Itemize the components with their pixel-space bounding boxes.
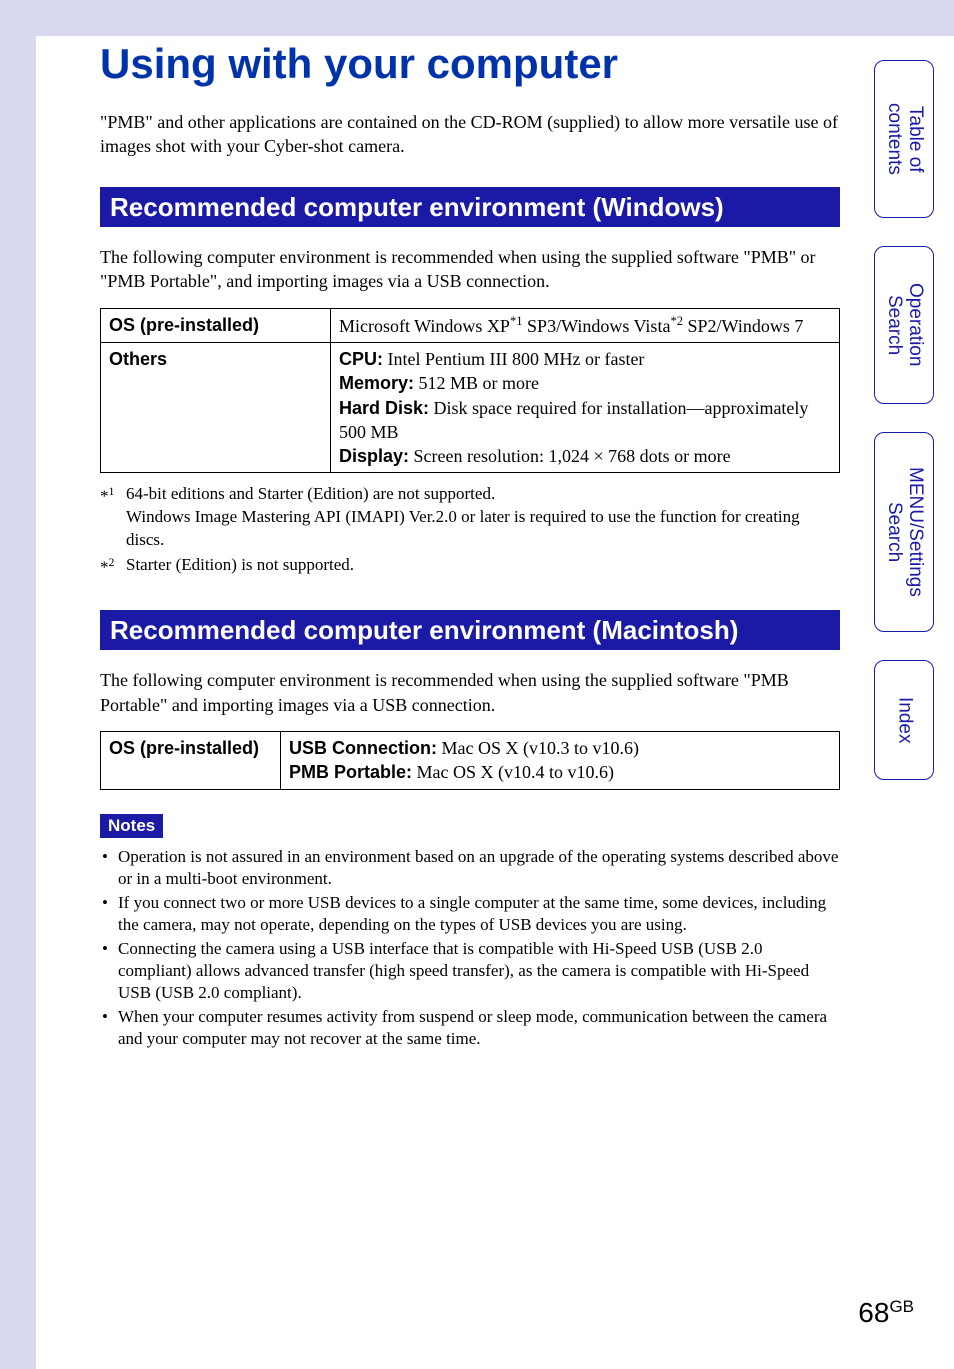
page-left-border	[0, 0, 36, 1369]
pmb-value: Mac OS X (v10.4 to v10.6)	[412, 762, 614, 782]
page-number: 68GB	[858, 1297, 914, 1329]
list-item: Operation is not assured in an environme…	[100, 846, 840, 890]
os-sup2: *2	[670, 314, 683, 328]
os-sup1: *1	[510, 314, 523, 328]
side-tabs-container: Table of contents Operation Search MENU/…	[874, 60, 934, 808]
notes-label: Notes	[100, 814, 163, 838]
mac-spec-table: OS (pre-installed) USB Connection: Mac O…	[100, 731, 840, 790]
tab-label: MENU/Settings Search	[883, 467, 925, 597]
os-value-mid: SP3/Windows Vista	[523, 316, 671, 336]
os-value-suffix: SP2/Windows 7	[683, 316, 803, 336]
notes-list: Operation is not assured in an environme…	[100, 846, 840, 1051]
tab-label: Table of contents	[883, 103, 925, 175]
page-num-suffix: GB	[889, 1297, 914, 1316]
display-value: Screen resolution: 1,024 × 768 dots or m…	[409, 446, 731, 466]
usb-label: USB Connection:	[289, 738, 437, 758]
windows-footnotes: *1 64-bit editions and Starter (Edition)…	[100, 483, 840, 579]
footnote-2: *2 Starter (Edition) is not supported.	[100, 554, 840, 580]
cpu-label: CPU:	[339, 349, 383, 369]
cpu-value: Intel Pentium III 800 MHz or faster	[383, 349, 644, 369]
footnote-marker: *1	[100, 483, 126, 552]
memory-value: 512 MB or more	[414, 373, 539, 393]
notes-section: Notes Operation is not assured in an env…	[100, 814, 840, 1051]
table-row: OS (pre-installed) Microsoft Windows XP*…	[101, 308, 840, 342]
pmb-label: PMB Portable:	[289, 762, 412, 782]
footnote-text: 64-bit editions and Starter (Edition) ar…	[126, 483, 840, 552]
tab-table-of-contents[interactable]: Table of contents	[874, 60, 934, 218]
footnote-1: *1 64-bit editions and Starter (Edition)…	[100, 483, 840, 552]
others-label-cell: Others	[101, 342, 331, 472]
memory-label: Memory:	[339, 373, 414, 393]
os-label-cell: OS (pre-installed)	[101, 731, 281, 789]
table-row: Others CPU: Intel Pentium III 800 MHz or…	[101, 342, 840, 472]
mac-intro: The following computer environment is re…	[100, 668, 840, 717]
tab-menu-settings-search[interactable]: MENU/Settings Search	[874, 432, 934, 632]
page-title: Using with your computer	[100, 40, 840, 88]
windows-intro: The following computer environment is re…	[100, 245, 840, 294]
footnote-text: Starter (Edition) is not supported.	[126, 554, 840, 580]
os-label-cell: OS (pre-installed)	[101, 308, 331, 342]
tab-operation-search[interactable]: Operation Search	[874, 246, 934, 404]
hdd-label: Hard Disk:	[339, 398, 429, 418]
display-label: Display:	[339, 446, 409, 466]
windows-section-header: Recommended computer environment (Window…	[100, 187, 840, 228]
others-value-cell: CPU: Intel Pentium III 800 MHz or faster…	[331, 342, 840, 472]
usb-value: Mac OS X (v10.3 to v10.6)	[437, 738, 639, 758]
os-value-cell: Microsoft Windows XP*1 SP3/Windows Vista…	[331, 308, 840, 342]
page-num-value: 68	[858, 1297, 889, 1328]
mac-value-cell: USB Connection: Mac OS X (v10.3 to v10.6…	[281, 731, 840, 789]
tab-index[interactable]: Index	[874, 660, 934, 780]
page-top-border	[0, 0, 954, 36]
tab-label: Operation Search	[883, 283, 925, 366]
list-item: Connecting the camera using a USB interf…	[100, 938, 840, 1004]
main-content: Using with your computer "PMB" and other…	[100, 40, 840, 1052]
mac-section-header: Recommended computer environment (Macint…	[100, 610, 840, 651]
windows-spec-table: OS (pre-installed) Microsoft Windows XP*…	[100, 308, 840, 474]
table-row: OS (pre-installed) USB Connection: Mac O…	[101, 731, 840, 789]
tab-label: Index	[894, 697, 915, 743]
list-item: If you connect two or more USB devices t…	[100, 892, 840, 936]
footnote-marker: *2	[100, 554, 126, 580]
list-item: When your computer resumes activity from…	[100, 1006, 840, 1050]
os-value-prefix: Microsoft Windows XP	[339, 316, 510, 336]
intro-paragraph: "PMB" and other applications are contain…	[100, 110, 840, 159]
